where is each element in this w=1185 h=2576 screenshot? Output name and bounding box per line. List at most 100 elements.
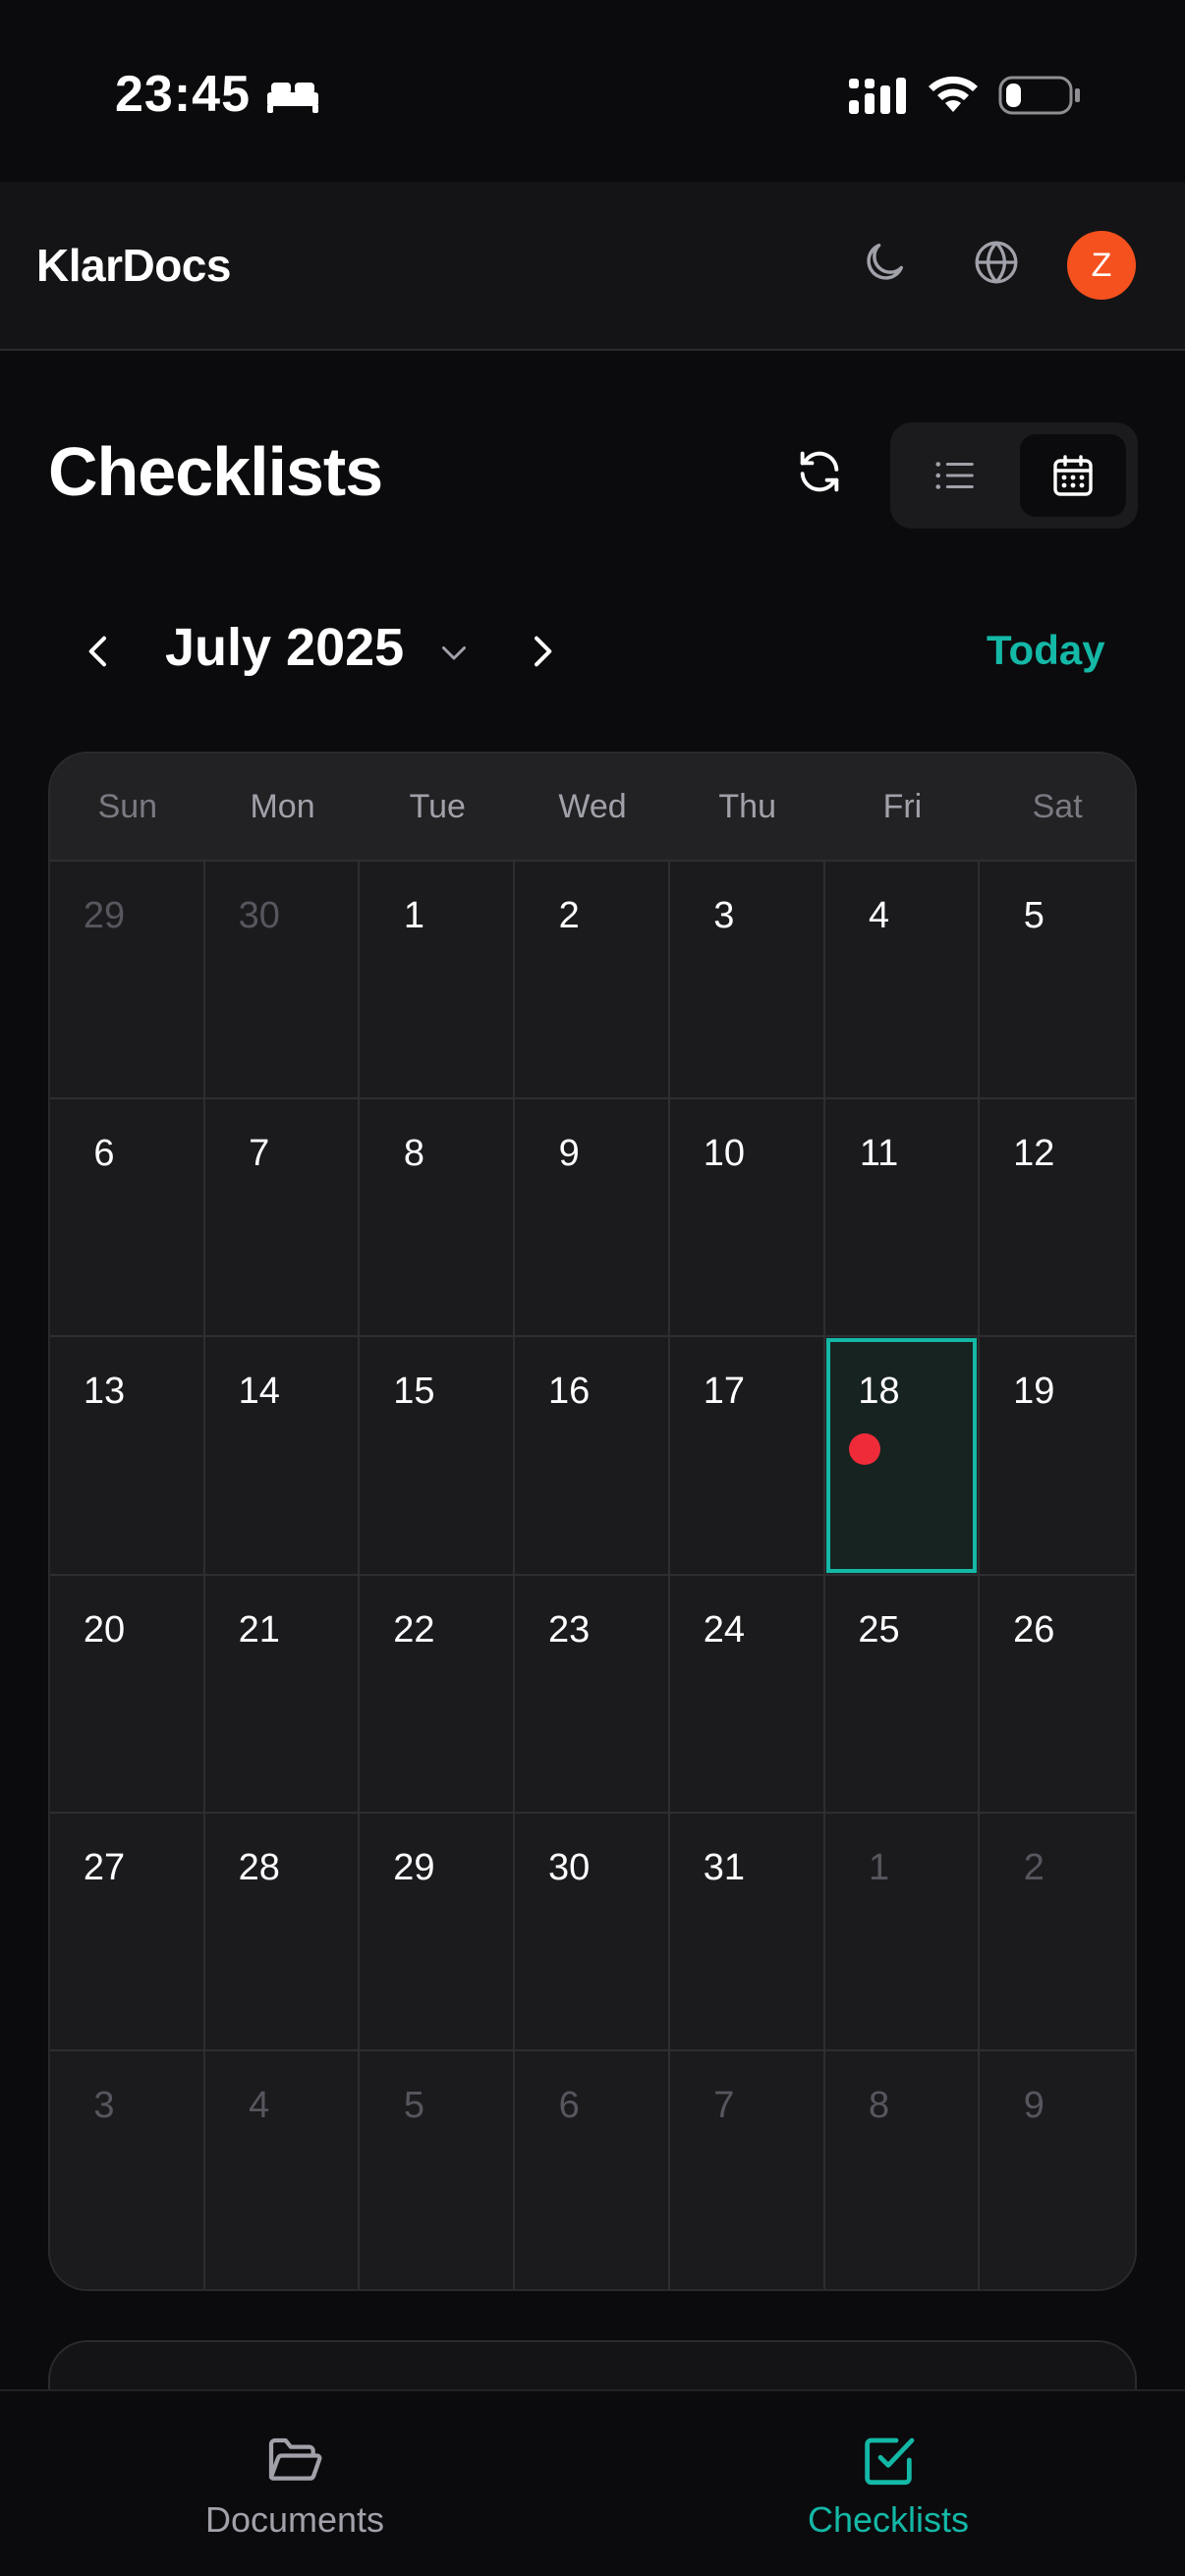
calendar-day[interactable]: 4 [824,862,981,1100]
tab-checklists[interactable]: Checklists [741,2429,1036,2547]
calendar-day[interactable]: 27 [50,1813,205,2051]
calendar-day[interactable]: 22 [360,1575,516,1814]
month-label[interactable]: July 2025 [165,617,404,678]
calendar-day[interactable]: 8 [360,1099,516,1338]
day-number: 21 [238,1608,280,1651]
calendar-day[interactable]: 6 [50,1099,205,1338]
calendar-view-icon [1053,455,1093,496]
day-number: 13 [83,1371,126,1413]
next-month-button[interactable] [517,627,566,676]
list-view-button[interactable] [902,434,1008,517]
calendar-day[interactable]: 14 [204,1337,361,1576]
day-number: 11 [859,1133,899,1175]
calendar-day[interactable]: 10 [669,1099,825,1338]
calendar-day[interactable]: 25 [824,1575,981,1814]
day-number: 16 [548,1371,591,1413]
calendar-day[interactable]: 19 [980,1337,1135,1576]
day-number: 22 [393,1608,435,1651]
day-number: 4 [249,2084,270,2126]
calendar-day[interactable]: 1 [824,1813,981,2051]
cellular-signal-icon [849,78,906,114]
day-number: 7 [713,2084,735,2126]
calendar-day[interactable]: 7 [204,1099,361,1338]
refresh-button[interactable] [790,442,849,501]
theme-toggle-button[interactable] [853,231,916,294]
calendar-day[interactable]: 13 [50,1337,205,1576]
calendar-day[interactable]: 31 [669,1813,825,2051]
calendar-day[interactable]: 3 [669,862,825,1100]
calendar-day[interactable]: 28 [204,1813,361,2051]
calendar-day[interactable]: 9 [980,2050,1135,2289]
day-number: 20 [83,1608,126,1651]
calendar-day[interactable]: 5 [980,862,1135,1100]
calendar-day[interactable]: 30 [204,862,361,1100]
battery-icon [998,76,1080,115]
moon-icon [867,243,904,280]
app-header: KlarDocs Z [0,182,1185,351]
calendar-day[interactable]: 6 [515,2050,670,2289]
calendar-day[interactable]: 16 [515,1337,670,1576]
month-picker-button[interactable] [432,633,476,672]
refresh-icon [800,451,839,492]
day-number: 9 [1023,2084,1044,2126]
day-number: 24 [703,1608,745,1651]
weekday-label: Thu [718,787,776,825]
calendar-day[interactable]: 8 [824,2050,981,2289]
calendar-day[interactable]: 23 [515,1575,670,1814]
sleep-icon [267,83,318,113]
calendar-day[interactable]: 20 [50,1575,205,1814]
day-number: 30 [548,1846,591,1888]
weekday-label: Sun [97,787,158,825]
calendar-day[interactable]: 12 [980,1099,1135,1338]
calendar-day[interactable]: 15 [360,1337,516,1576]
calendar-day[interactable]: 1 [360,862,516,1100]
day-number: 2 [558,895,580,936]
calendar-day-selected[interactable]: 18 [824,1337,981,1576]
weekday-label: Sat [1032,787,1083,825]
day-number: 31 [703,1846,745,1888]
wifi-icon [929,76,978,112]
day-number: 6 [93,1133,115,1175]
checkbox-icon [865,2437,915,2486]
calendar-day[interactable]: 9 [515,1099,670,1338]
day-number: 29 [83,895,126,936]
calendar-day[interactable]: 21 [204,1575,361,1814]
day-number: 14 [238,1371,280,1413]
folder-open-icon [268,2437,322,2481]
calendar-day[interactable]: 7 [669,2050,825,2289]
tab-label: Checklists [807,2499,970,2540]
avatar[interactable]: Z [1067,231,1136,300]
day-number: 15 [393,1371,435,1413]
calendar-day[interactable]: 29 [50,862,205,1100]
chevron-left-icon [88,636,106,667]
list-view-icon [935,462,974,489]
day-number: 9 [558,1133,580,1175]
calendar-view-button[interactable] [1020,434,1126,517]
language-button[interactable] [965,231,1028,294]
app-screen: 23:45 KlarDocs Z Checklists July 2025 To… [0,0,1185,2576]
day-number: 10 [703,1133,745,1175]
day-number: 28 [238,1846,280,1888]
calendar-day[interactable]: 2 [515,862,670,1100]
calendar-day[interactable]: 30 [515,1813,670,2051]
event-dot-indicator [848,1433,880,1466]
calendar-day[interactable]: 3 [50,2050,205,2289]
tab-documents[interactable]: Documents [147,2429,442,2547]
previous-month-button[interactable] [75,627,124,676]
day-number: 29 [393,1846,435,1888]
day-grid: 29 30 1 2 3 4 5 6 7 8 9 10 11 12 13 14 15 16 17 18 19 20 21 22 2… [50,862,1135,2289]
calendar-day[interactable]: 11 [824,1099,981,1338]
calendar-day[interactable]: 26 [980,1575,1135,1814]
calendar-day[interactable]: 2 [980,1813,1135,2051]
status-bar: 23:45 [0,0,1185,182]
calendar-day[interactable]: 29 [360,1813,516,2051]
day-number: 7 [249,1133,270,1175]
today-button[interactable]: Today [987,627,1105,674]
day-number: 27 [83,1846,126,1888]
calendar-day[interactable]: 4 [204,2050,361,2289]
month-calendar: Sun Mon Tue Wed Thu Fri Sat 29 30 1 2 3 4 5 6 7 8… [48,752,1137,2291]
calendar-day[interactable]: 24 [669,1575,825,1814]
calendar-day[interactable]: 17 [669,1337,825,1576]
weekday-label: Wed [558,787,627,825]
calendar-day[interactable]: 5 [360,2050,516,2289]
